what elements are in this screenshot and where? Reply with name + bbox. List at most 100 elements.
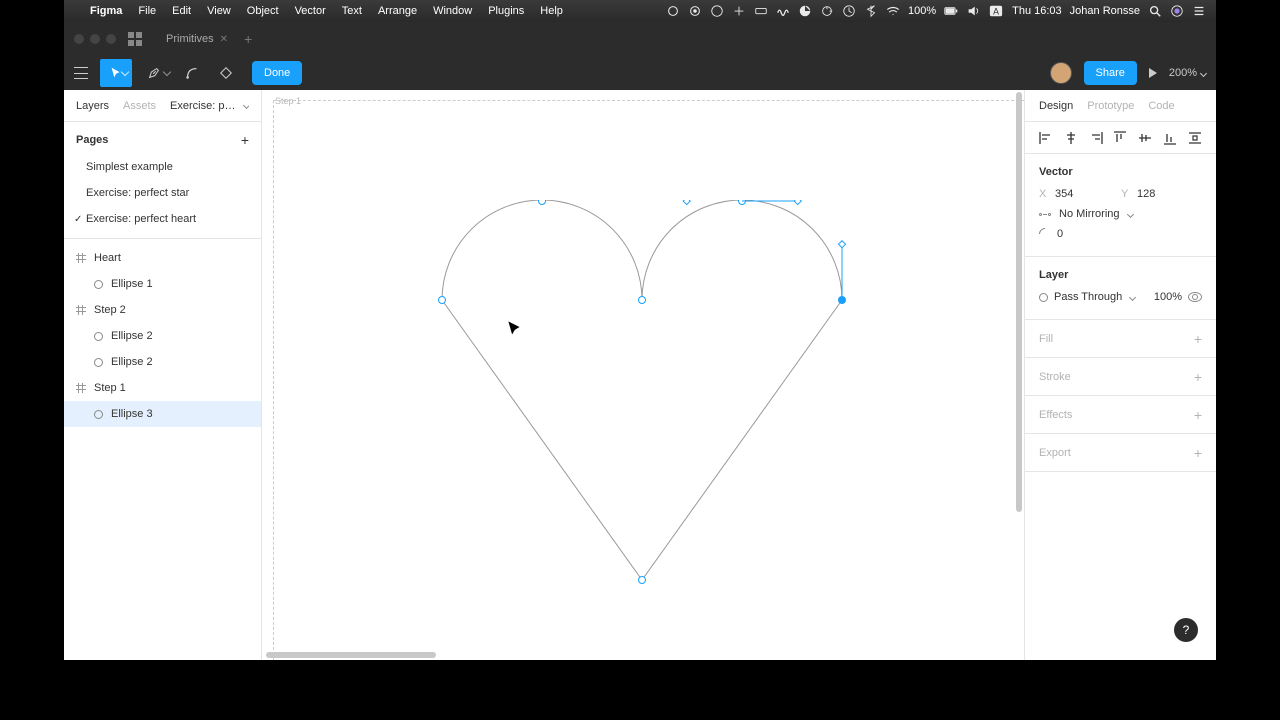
- add-stroke-icon[interactable]: +: [1194, 369, 1202, 385]
- layer-ellipse-selected[interactable]: Ellipse 3: [64, 401, 261, 427]
- menu-object[interactable]: Object: [239, 5, 287, 17]
- effects-section[interactable]: Effects+: [1025, 396, 1216, 434]
- clock-icon[interactable]: [842, 4, 856, 18]
- fill-section[interactable]: Fill+: [1025, 320, 1216, 358]
- layer-ellipse[interactable]: Ellipse 2: [64, 349, 261, 375]
- menu-file[interactable]: File: [130, 5, 164, 17]
- add-effect-icon[interactable]: +: [1194, 407, 1202, 423]
- layer-frame[interactable]: Step 1: [64, 375, 261, 401]
- wifi-icon[interactable]: [886, 4, 900, 18]
- frame-border: [273, 100, 274, 660]
- scrollbar-vertical[interactable]: [1016, 92, 1022, 512]
- status-icon[interactable]: [754, 4, 768, 18]
- zoom-value: 200%: [1169, 67, 1197, 79]
- siri-icon[interactable]: [1170, 4, 1184, 18]
- align-top-icon[interactable]: [1113, 131, 1127, 145]
- status-icon[interactable]: [732, 4, 746, 18]
- ellipse-icon: [94, 358, 103, 367]
- frame-icon: [76, 383, 86, 393]
- bluetooth-icon[interactable]: [864, 4, 878, 18]
- distribute-icon[interactable]: [1188, 131, 1202, 145]
- status-icon[interactable]: [710, 4, 724, 18]
- app-menu[interactable]: Figma: [82, 5, 130, 17]
- heart-vector[interactable]: [432, 200, 862, 620]
- add-export-icon[interactable]: +: [1194, 445, 1202, 461]
- menu-vector[interactable]: Vector: [287, 5, 334, 17]
- mirroring-select[interactable]: No Mirroring: [1059, 208, 1120, 220]
- window-controls[interactable]: [74, 34, 116, 44]
- user-avatar[interactable]: [1050, 62, 1072, 84]
- align-left-icon[interactable]: [1039, 131, 1053, 145]
- input-icon[interactable]: A: [988, 4, 1004, 18]
- page-item[interactable]: Exercise: perfect star: [64, 180, 261, 206]
- menubar-clock[interactable]: Thu 16:03: [1012, 5, 1062, 17]
- opacity-input[interactable]: 100%: [1154, 291, 1182, 303]
- menu-view[interactable]: View: [199, 5, 239, 17]
- menu-arrange[interactable]: Arrange: [370, 5, 425, 17]
- tab-design[interactable]: Design: [1039, 100, 1073, 112]
- align-hcenter-icon[interactable]: [1064, 131, 1078, 145]
- notification-center-icon[interactable]: [1192, 4, 1206, 18]
- scribble-icon[interactable]: [776, 4, 790, 18]
- align-bottom-icon[interactable]: [1163, 131, 1177, 145]
- menu-text[interactable]: Text: [334, 5, 370, 17]
- tab-assets[interactable]: Assets: [123, 100, 156, 112]
- bend-tool[interactable]: [176, 59, 208, 87]
- tab-prototype[interactable]: Prototype: [1087, 100, 1134, 112]
- volume-icon[interactable]: [966, 4, 980, 18]
- menu-plugins[interactable]: Plugins: [480, 5, 532, 17]
- layer-frame[interactable]: Step 2: [64, 297, 261, 323]
- tab-code[interactable]: Code: [1148, 100, 1174, 112]
- close-tab-icon[interactable]: ✕: [220, 34, 228, 45]
- share-button[interactable]: Share: [1084, 61, 1137, 85]
- page-item-current[interactable]: Exercise: perfect heart: [64, 206, 261, 232]
- tab-layers[interactable]: Layers: [76, 100, 109, 112]
- status-icon[interactable]: [798, 4, 812, 18]
- file-menu[interactable]: Exercise: perfect …: [170, 100, 249, 112]
- battery-icon[interactable]: [944, 4, 958, 18]
- scrollbar-horizontal[interactable]: [266, 652, 436, 658]
- main-menu-icon[interactable]: [74, 67, 88, 79]
- y-input[interactable]: 128: [1137, 188, 1197, 200]
- ellipse-icon: [94, 410, 103, 419]
- pen-icon: [147, 66, 161, 80]
- menu-window[interactable]: Window: [425, 5, 480, 17]
- spotlight-icon[interactable]: [1148, 4, 1162, 18]
- frame-border: [273, 100, 1024, 101]
- status-icon[interactable]: [820, 4, 834, 18]
- status-icon[interactable]: [688, 4, 702, 18]
- tab-grid-icon[interactable]: [128, 32, 142, 46]
- visibility-icon[interactable]: [1188, 292, 1202, 302]
- align-right-icon[interactable]: [1089, 131, 1103, 145]
- help-button[interactable]: ?: [1174, 618, 1198, 642]
- export-section[interactable]: Export+: [1025, 434, 1216, 472]
- x-input[interactable]: 354: [1055, 188, 1115, 200]
- status-icon[interactable]: [666, 4, 680, 18]
- corner-radius-input[interactable]: 0: [1057, 228, 1063, 240]
- stroke-section[interactable]: Stroke+: [1025, 358, 1216, 396]
- zoom-menu[interactable]: 200%: [1169, 67, 1206, 79]
- menu-edit[interactable]: Edit: [164, 5, 199, 17]
- menubar-user[interactable]: Johan Ronsse: [1070, 5, 1140, 17]
- layer-label: Heart: [94, 252, 121, 264]
- add-fill-icon[interactable]: +: [1194, 331, 1202, 347]
- canvas[interactable]: Step 1: [262, 90, 1024, 660]
- align-vcenter-icon[interactable]: [1138, 131, 1152, 145]
- add-tab-button[interactable]: +: [244, 31, 252, 47]
- done-button[interactable]: Done: [252, 61, 302, 85]
- layer-frame[interactable]: Heart: [64, 245, 261, 271]
- move-tool[interactable]: [100, 59, 132, 87]
- blend-mode-select[interactable]: Pass Through: [1054, 291, 1122, 303]
- tab-primitives[interactable]: Primitives ✕: [156, 33, 238, 45]
- add-page-button[interactable]: +: [241, 132, 249, 148]
- frame-label[interactable]: Step 1: [275, 96, 301, 106]
- page-item[interactable]: Simplest example: [64, 154, 261, 180]
- layer-label: Step 2: [94, 304, 126, 316]
- svg-text:A: A: [993, 7, 999, 17]
- layer-ellipse[interactable]: Ellipse 2: [64, 323, 261, 349]
- layer-ellipse[interactable]: Ellipse 1: [64, 271, 261, 297]
- pen-tool[interactable]: [134, 59, 174, 87]
- present-icon[interactable]: [1149, 68, 1157, 78]
- menu-help[interactable]: Help: [532, 5, 571, 17]
- paint-bucket-tool[interactable]: [210, 59, 242, 87]
